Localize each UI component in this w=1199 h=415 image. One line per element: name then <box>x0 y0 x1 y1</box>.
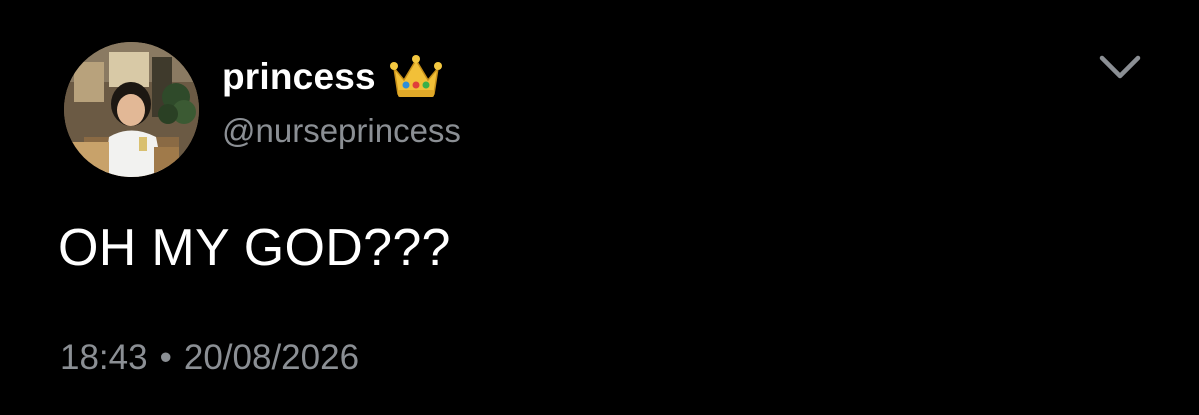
tweet-text: OH MY GOD??? <box>58 219 451 277</box>
chevron-down-icon[interactable] <box>1094 48 1146 84</box>
tweet-timestamp[interactable]: 18:43 • 20/08/2026 <box>60 338 359 378</box>
avatar[interactable] <box>64 42 199 177</box>
display-name-row[interactable]: princess <box>222 52 442 102</box>
tweet-date[interactable]: 20/08/2026 <box>184 338 359 378</box>
crown-emoji-icon <box>389 55 442 97</box>
user-handle[interactable]: @nurseprincess <box>222 112 461 150</box>
tweet-card: princess @nurseprincess OH MY GOD??? 18:… <box>0 0 1199 415</box>
separator-dot: • <box>159 338 172 377</box>
display-name[interactable]: princess <box>222 56 376 98</box>
tweet-time[interactable]: 18:43 <box>60 338 148 378</box>
